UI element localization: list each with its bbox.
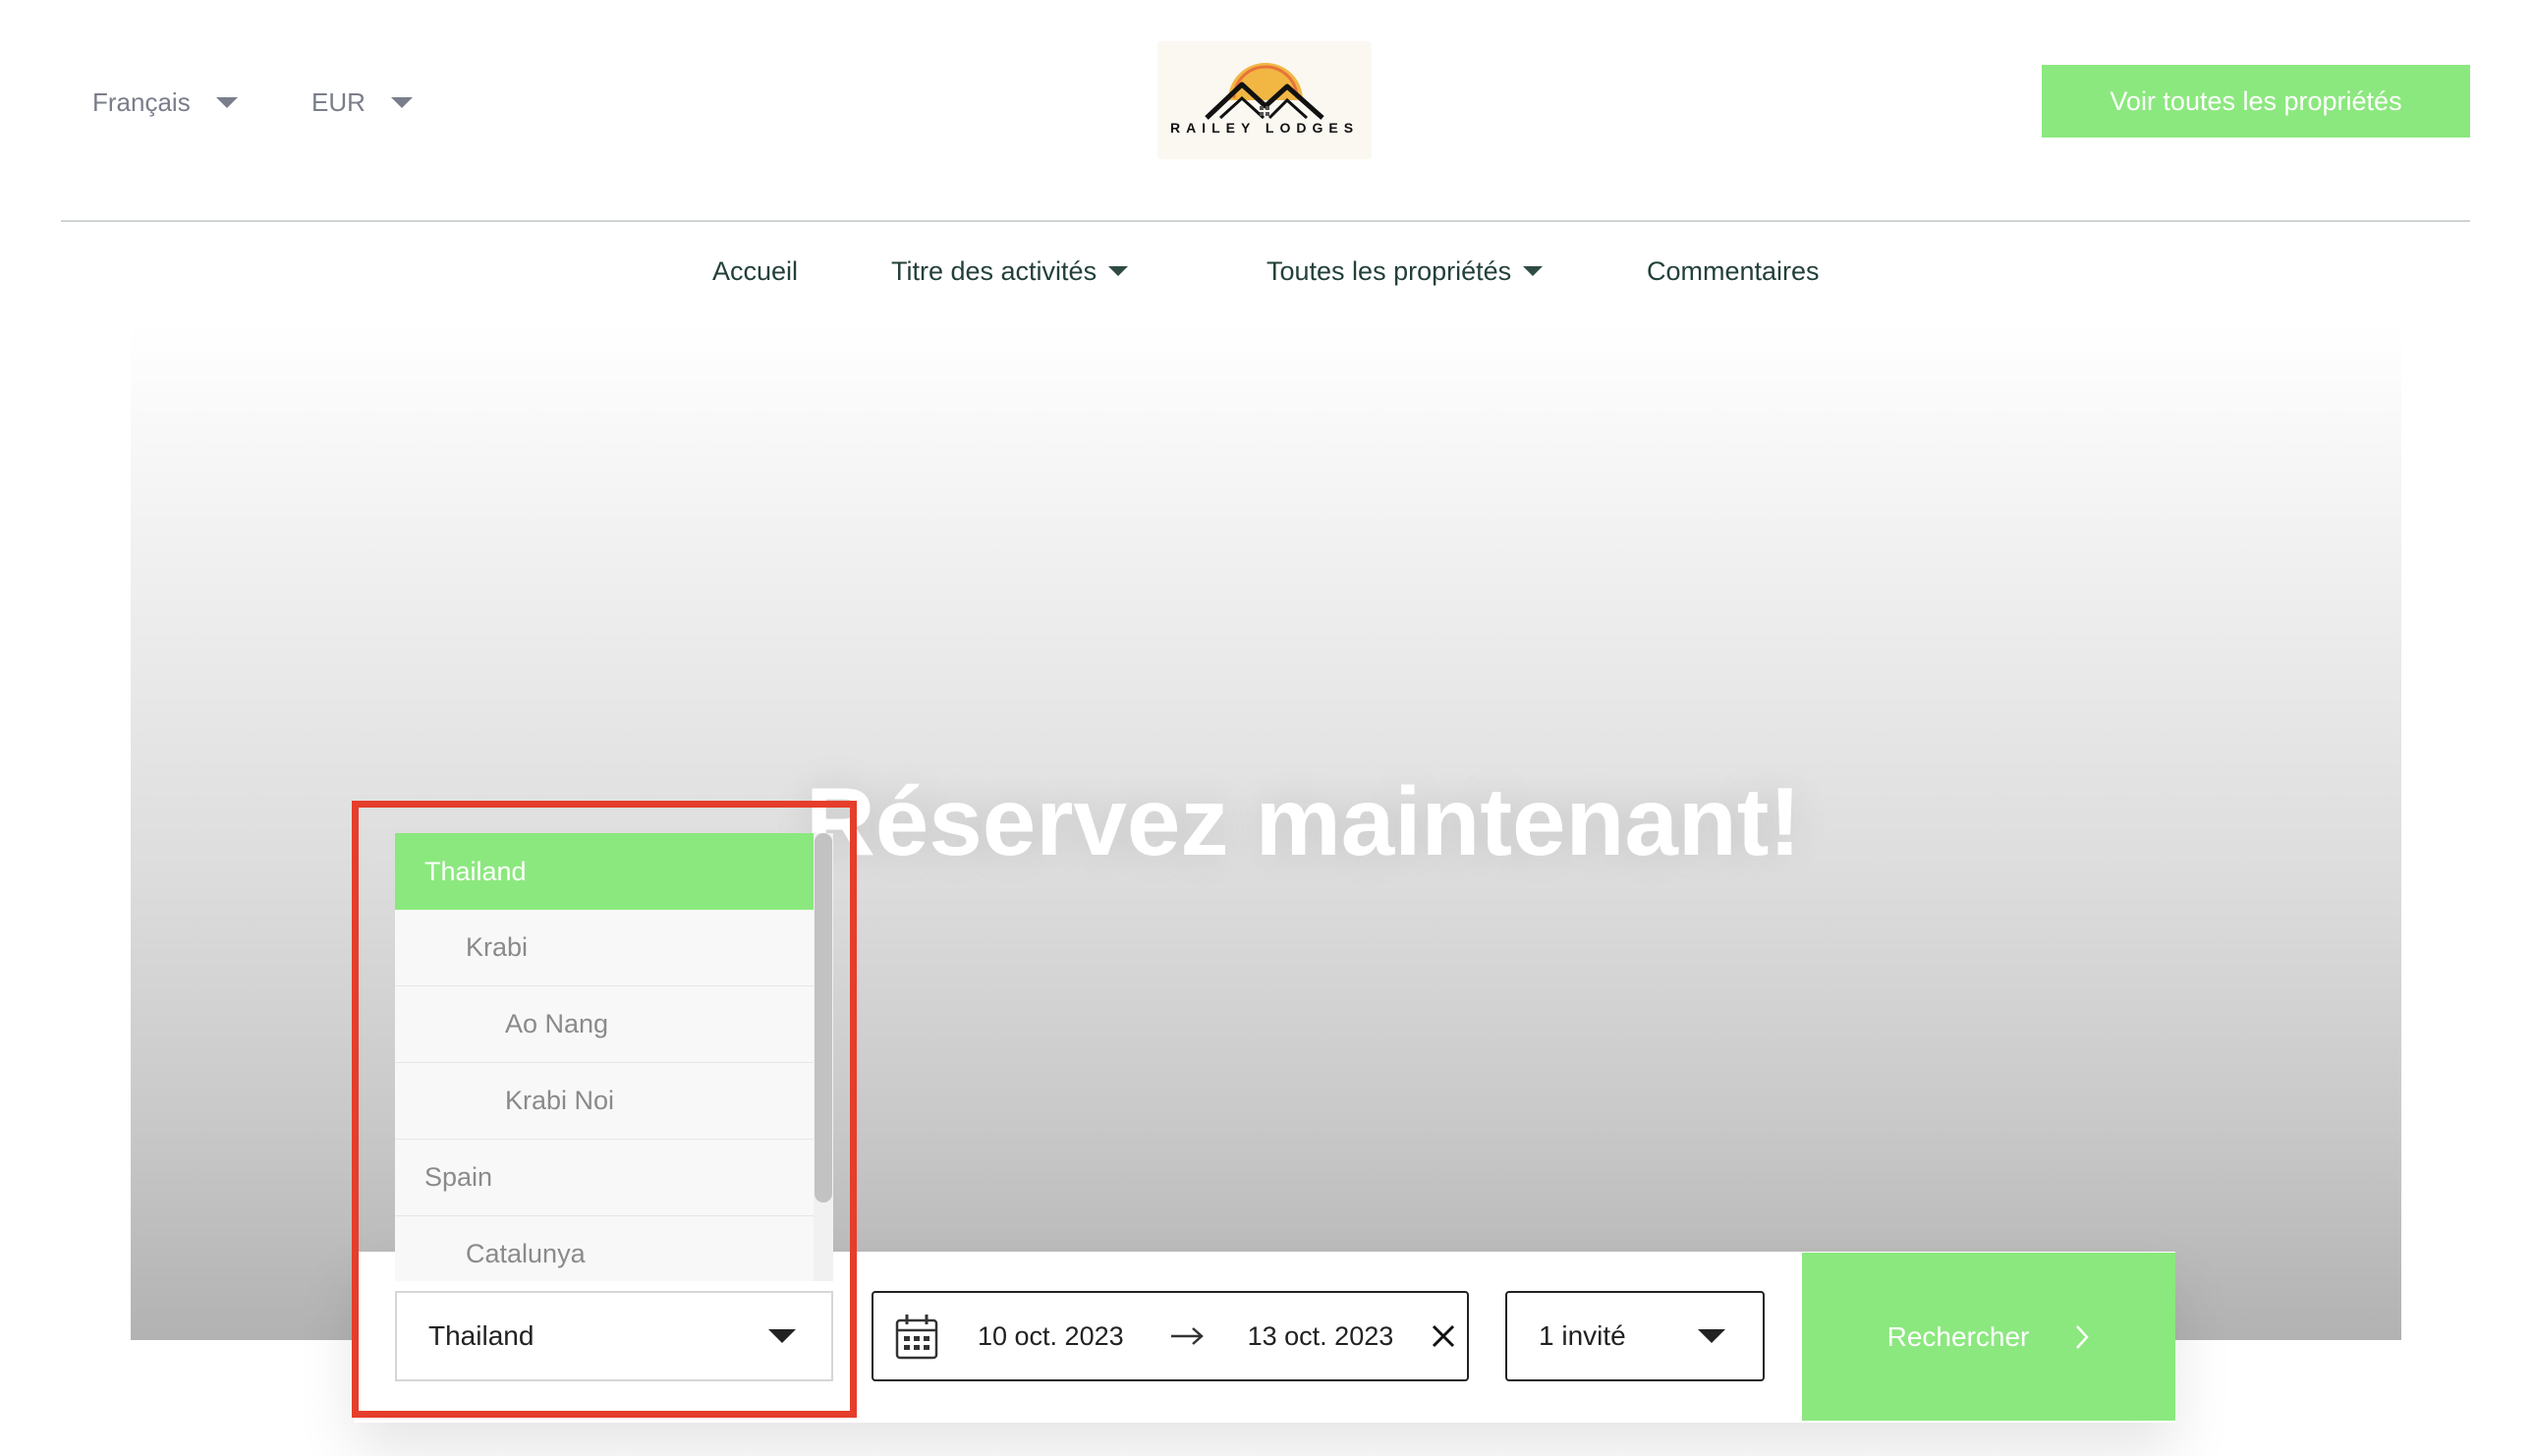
chevron-right-icon: [2074, 1323, 2090, 1351]
check-out-date[interactable]: 13 oct. 2023: [1248, 1321, 1394, 1352]
highlight-box: [352, 801, 857, 1418]
view-all-properties-button[interactable]: Voir toutes les propriétés: [2042, 65, 2470, 138]
nav-label: Titre des activités: [891, 255, 1098, 286]
search-button[interactable]: Rechercher: [1802, 1253, 2175, 1421]
language-label: Français: [92, 86, 191, 117]
arrow-right-icon: [1169, 1326, 1205, 1346]
guests-select[interactable]: 1 invité: [1505, 1291, 1765, 1381]
chevron-down-icon: [1108, 266, 1129, 276]
check-in-date[interactable]: 10 oct. 2023: [978, 1321, 1124, 1352]
nav-item-activities[interactable]: Titre des activités: [891, 252, 1129, 291]
nav-item-reviews[interactable]: Commentaires: [1647, 252, 1820, 291]
logo[interactable]: RAILEY LODGES: [1157, 41, 1372, 159]
nav-label: Accueil: [712, 255, 799, 286]
chevron-down-icon: [390, 96, 413, 108]
chevron-down-icon: [215, 96, 238, 108]
guests-label: 1 invité: [1539, 1320, 1626, 1351]
chevron-down-icon: [1698, 1329, 1725, 1343]
nav-label: Toutes les propriétés: [1266, 255, 1512, 286]
clear-dates-icon[interactable]: [1431, 1323, 1456, 1349]
chevron-down-icon: [1523, 266, 1544, 276]
calendar-icon: [895, 1313, 938, 1360]
currency-selector[interactable]: EUR: [311, 83, 413, 122]
nav-item-home[interactable]: Accueil: [712, 252, 798, 291]
nav-item-properties[interactable]: Toutes les propriétés: [1266, 252, 1544, 291]
language-selector[interactable]: Français: [92, 83, 238, 122]
search-button-label: Rechercher: [1886, 1320, 2030, 1352]
house-sunset-icon: [1205, 63, 1324, 120]
currency-label: EUR: [311, 86, 366, 117]
nav-label: Commentaires: [1647, 255, 1820, 286]
hero-title: Réservez maintenant!: [806, 767, 1802, 875]
date-range-picker[interactable]: 10 oct. 2023 13 oct. 2023: [872, 1291, 1469, 1381]
logo-text: RAILEY LODGES: [1169, 120, 1360, 136]
header-divider: [61, 220, 2470, 222]
